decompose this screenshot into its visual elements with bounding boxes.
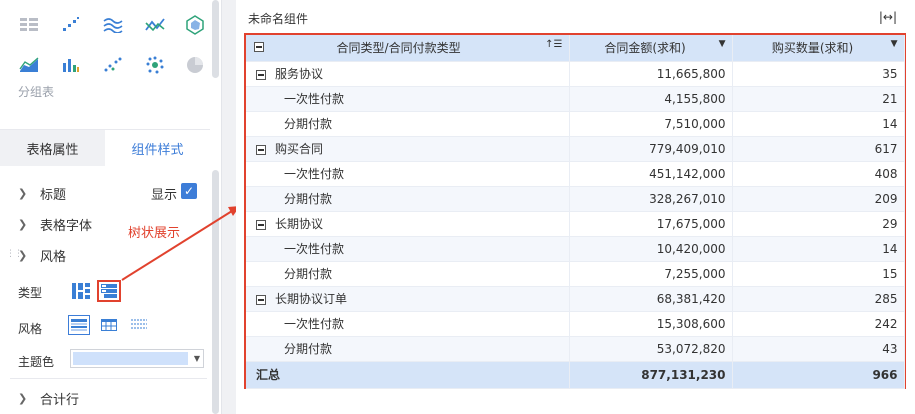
qty-cell: 43 bbox=[732, 336, 905, 362]
row-label-cell: 一次性付款 bbox=[246, 311, 570, 337]
component-canvas: 未命名组件 |↔| 合同类型/合同付款类型 ↑☰ 合同金额(求和) ▼ 购买数量… bbox=[236, 0, 915, 414]
collapse-icon[interactable] bbox=[256, 144, 266, 155]
col-header-type[interactable]: 合同类型/合同付款类型 ↑☰ bbox=[246, 35, 570, 62]
qty-cell: 14 bbox=[732, 236, 905, 262]
fit-width-icon[interactable]: |↔| bbox=[879, 10, 897, 24]
amount-cell: 4,155,800 bbox=[569, 86, 733, 112]
total-row: 汇总 877,131,230 966 bbox=[246, 361, 905, 389]
row-label: 一次性付款 bbox=[284, 92, 345, 106]
amount-cell: 10,420,000 bbox=[569, 236, 733, 262]
group-row: 长期协议订单 68,381,420 285 bbox=[246, 286, 905, 312]
amount-cell: 451,142,000 bbox=[569, 161, 733, 187]
row-label: 一次性付款 bbox=[284, 317, 345, 331]
row-label: 一次性付款 bbox=[284, 167, 345, 181]
table-row: 分期付款 7,255,000 15 bbox=[246, 261, 905, 287]
group-row: 购买合同 779,409,010 617 bbox=[246, 136, 905, 162]
row-label: 分期付款 bbox=[284, 267, 333, 281]
table-row: 分期付款 7,510,000 14 bbox=[246, 111, 905, 137]
amount-cell: 53,072,820 bbox=[569, 336, 733, 362]
row-label-cell: 一次性付款 bbox=[246, 236, 570, 262]
group-row: 长期协议 17,675,000 29 bbox=[246, 211, 905, 237]
row-label-cell[interactable]: 购买合同 bbox=[246, 136, 570, 162]
row-label: 服务协议 bbox=[275, 67, 324, 81]
amount-cell: 68,381,420 bbox=[569, 286, 733, 312]
qty-cell: 14 bbox=[732, 111, 905, 137]
app-root: 分组表 表格属性 组件样式 ❯ 标题 显示 ✓ ❯ 表格字体 树状展示 ⋮⋮ ❯… bbox=[0, 0, 915, 414]
group-row: 服务协议 11,665,800 35 bbox=[246, 61, 905, 87]
collapse-icon[interactable] bbox=[256, 69, 266, 80]
qty-cell: 35 bbox=[732, 61, 905, 87]
table-row: 一次性付款 15,308,600 242 bbox=[246, 311, 905, 337]
qty-cell: 617 bbox=[732, 136, 905, 162]
amount-cell: 779,409,010 bbox=[569, 136, 733, 162]
total-qty: 966 bbox=[732, 361, 905, 389]
row-label: 一次性付款 bbox=[284, 242, 345, 256]
row-label: 长期协议 bbox=[275, 217, 324, 231]
caret-down-icon[interactable]: ▼ bbox=[891, 39, 898, 49]
collapse-icon[interactable] bbox=[256, 219, 266, 230]
table-row: 一次性付款 451,142,000 408 bbox=[246, 161, 905, 187]
row-label-cell: 分期付款 bbox=[246, 336, 570, 362]
qty-cell: 21 bbox=[732, 86, 905, 112]
col-header-qty[interactable]: 购买数量(求和) ▼ bbox=[732, 35, 905, 62]
row-label-cell[interactable]: 服务协议 bbox=[246, 61, 570, 87]
row-label: 分期付款 bbox=[284, 192, 333, 206]
col-header-qty-label: 购买数量(求和) bbox=[771, 41, 854, 56]
row-label-cell: 一次性付款 bbox=[246, 161, 570, 187]
total-amount: 877,131,230 bbox=[569, 361, 733, 389]
amount-cell: 11,665,800 bbox=[569, 61, 733, 87]
row-label: 购买合同 bbox=[275, 142, 324, 156]
row-label-cell: 分期付款 bbox=[246, 111, 570, 137]
row-label: 长期协议订单 bbox=[275, 292, 348, 306]
qty-cell: 209 bbox=[732, 186, 905, 212]
table-row: 一次性付款 4,155,800 21 bbox=[246, 86, 905, 112]
collapse-all-icon[interactable] bbox=[254, 42, 264, 52]
table-row: 分期付款 328,267,010 209 bbox=[246, 186, 905, 212]
amount-cell: 17,675,000 bbox=[569, 211, 733, 237]
qty-cell: 408 bbox=[732, 161, 905, 187]
amount-cell: 7,255,000 bbox=[569, 261, 733, 287]
amount-cell: 15,308,600 bbox=[569, 311, 733, 337]
component-title[interactable]: 未命名组件 bbox=[248, 10, 308, 27]
tree-table-frame: 合同类型/合同付款类型 ↑☰ 合同金额(求和) ▼ 购买数量(求和) ▼ 服务协… bbox=[244, 33, 906, 389]
table-row: 分期付款 53,072,820 43 bbox=[246, 336, 905, 362]
row-label: 分期付款 bbox=[284, 117, 333, 131]
col-header-amount-label: 合同金额(求和) bbox=[604, 41, 686, 56]
qty-cell: 29 bbox=[732, 211, 905, 237]
total-label: 汇总 bbox=[246, 361, 570, 389]
caret-down-icon[interactable]: ▼ bbox=[719, 39, 726, 49]
col-header-type-label: 合同类型/合同付款类型 bbox=[336, 41, 461, 56]
qty-cell: 285 bbox=[732, 286, 905, 312]
row-label-cell[interactable]: 长期协议订单 bbox=[246, 286, 570, 312]
row-label-cell: 分期付款 bbox=[246, 186, 570, 212]
qty-cell: 242 bbox=[732, 311, 905, 337]
row-label-cell[interactable]: 长期协议 bbox=[246, 211, 570, 237]
collapse-icon[interactable] bbox=[256, 294, 266, 305]
sort-icon[interactable]: ↑☰ bbox=[545, 39, 562, 50]
amount-cell: 7,510,000 bbox=[569, 111, 733, 137]
row-label: 分期付款 bbox=[284, 342, 333, 356]
col-header-amount[interactable]: 合同金额(求和) ▼ bbox=[569, 35, 733, 62]
amount-cell: 328,267,010 bbox=[569, 186, 733, 212]
table-row: 一次性付款 10,420,000 14 bbox=[246, 236, 905, 262]
row-label-cell: 分期付款 bbox=[246, 261, 570, 287]
qty-cell: 15 bbox=[732, 261, 905, 287]
row-label-cell: 一次性付款 bbox=[246, 86, 570, 112]
table-header-row: 合同类型/合同付款类型 ↑☰ 合同金额(求和) ▼ 购买数量(求和) ▼ bbox=[246, 35, 905, 62]
grouped-table: 合同类型/合同付款类型 ↑☰ 合同金额(求和) ▼ 购买数量(求和) ▼ 服务协… bbox=[246, 35, 905, 389]
